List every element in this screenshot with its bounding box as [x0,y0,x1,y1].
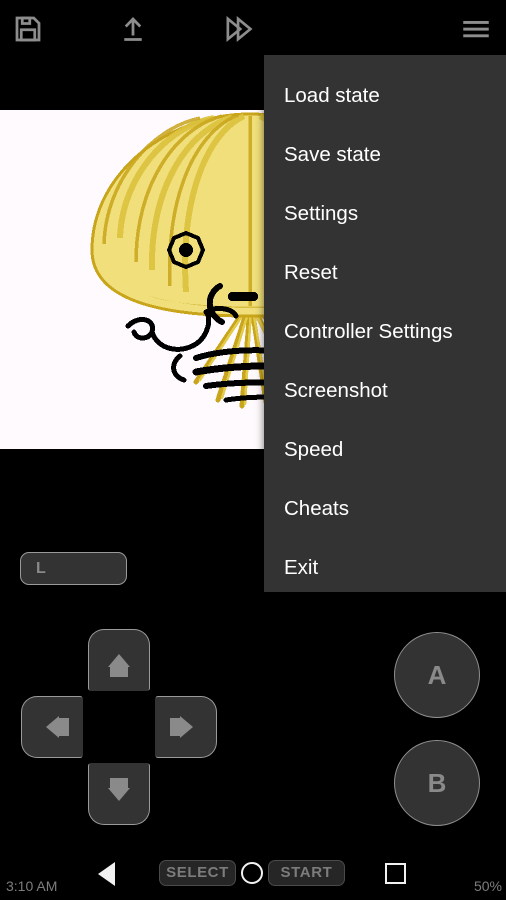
dpad-right-button[interactable] [155,696,217,758]
nav-recents-button[interactable] [385,863,406,884]
action-button-a[interactable]: A [394,632,480,718]
menu-item-save-state[interactable]: Save state [264,125,506,184]
upload-arrow-icon [118,14,148,44]
shoulder-button-l-label: L [36,560,46,578]
start-button[interactable]: START [268,860,345,886]
fast-forward-icon [223,14,257,44]
menu-item-speed[interactable]: Speed [264,420,506,479]
action-button-b[interactable]: B [394,740,480,826]
dpad-right-icon [180,716,193,738]
floppy-disk-icon [13,14,43,44]
top-toolbar [0,0,506,57]
menu-item-cheats[interactable]: Cheats [264,479,506,538]
hamburger-menu-icon [459,14,493,44]
action-button-b-label: B [428,768,447,799]
system-navigation-bar: 3:10 AM 50% SELECT START [0,849,506,900]
dpad-up-button[interactable] [88,629,150,691]
load-state-button[interactable] [105,0,161,57]
status-battery: 50% [474,878,502,894]
menu-item-settings[interactable]: Settings [264,184,506,243]
menu-item-controller-settings[interactable]: Controller Settings [264,302,506,361]
nav-home-button[interactable] [241,862,263,884]
menu-item-reset[interactable]: Reset [264,243,506,302]
dpad-down-icon [108,788,130,801]
dpad [21,629,217,825]
action-button-a-label: A [428,660,447,691]
status-time: 3:10 AM [6,878,57,894]
save-state-button[interactable] [0,0,56,57]
menu-item-screenshot[interactable]: Screenshot [264,361,506,420]
overflow-menu-button[interactable] [448,0,504,57]
dpad-down-button[interactable] [88,763,150,825]
shoulder-button-l[interactable]: L [20,552,127,585]
menu-item-load-state[interactable]: Load state [264,66,506,125]
dpad-left-icon [46,716,59,738]
dpad-up-icon [108,654,130,667]
select-button[interactable]: SELECT [159,860,236,886]
overflow-dropdown-menu: Load state Save state Settings Reset Con… [264,55,506,592]
menu-item-exit[interactable]: Exit [264,538,506,597]
nav-back-button[interactable] [98,862,115,886]
dpad-left-button[interactable] [21,696,83,758]
fast-forward-button[interactable] [212,0,268,57]
